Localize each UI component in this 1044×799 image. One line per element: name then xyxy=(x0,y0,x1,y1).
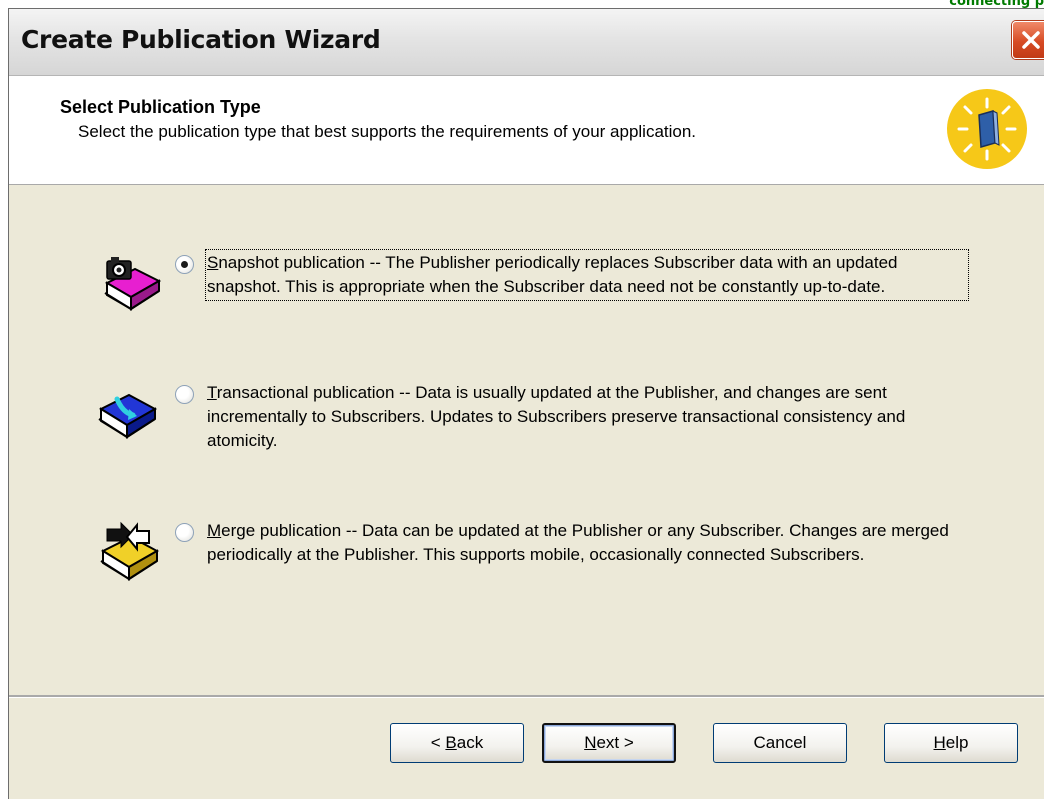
option-merge[interactable]: Merge publication -- Data can be updated… xyxy=(9,519,1009,609)
option-transactional[interactable]: Transactional publication -- Data is usu… xyxy=(9,381,1009,471)
merge-label[interactable]: Merge publication -- Data can be updated… xyxy=(207,519,967,567)
cancel-button[interactable]: Cancel xyxy=(713,723,847,763)
snapshot-mnemonic: S xyxy=(207,253,219,272)
snapshot-label[interactable]: Snapshot publication -- The Publisher pe… xyxy=(205,249,969,301)
option-snapshot[interactable]: Snapshot publication -- The Publisher pe… xyxy=(9,249,1009,341)
snapshot-label-text: napshot publication -- The Publisher per… xyxy=(207,253,898,296)
cancel-label: Cancel xyxy=(753,733,807,752)
merge-mnemonic: M xyxy=(207,521,222,540)
wizard-publication-icon xyxy=(947,89,1027,169)
button-separator xyxy=(9,695,1044,698)
window-title: Create Publication Wizard xyxy=(21,25,381,54)
help-button[interactable]: Help xyxy=(884,723,1018,763)
transactional-label[interactable]: Transactional publication -- Data is usu… xyxy=(207,381,967,453)
merge-book-icon xyxy=(100,521,160,581)
merge-label-text: erge publication -- Data can be updated … xyxy=(207,521,949,564)
wizard-header: Select Publication Type Select the publi… xyxy=(9,76,1044,185)
transactional-label-text: ransactional publication -- Data is usua… xyxy=(207,383,906,450)
next-button[interactable]: Next > xyxy=(542,723,676,763)
back-mnemonic: B xyxy=(445,733,457,752)
snapshot-book-icon xyxy=(104,257,162,311)
help-label: elp xyxy=(945,733,969,752)
back-button[interactable]: < Back xyxy=(390,723,524,763)
back-label: ack xyxy=(456,733,484,752)
close-button[interactable] xyxy=(1012,21,1044,59)
transactional-mnemonic: T xyxy=(207,383,217,402)
next-mnemonic: N xyxy=(584,733,597,752)
page-title: Select Publication Type xyxy=(60,97,261,117)
back-prefix: < xyxy=(430,733,446,752)
close-icon xyxy=(1022,31,1040,49)
wizard-window: Create Publication Wizard Select Publica… xyxy=(8,8,1044,799)
transactional-radio[interactable] xyxy=(175,385,194,404)
title-bar: Create Publication Wizard xyxy=(9,9,1044,76)
snapshot-radio[interactable] xyxy=(175,255,194,274)
wizard-body: Snapshot publication -- The Publisher pe… xyxy=(9,185,1044,695)
merge-radio[interactable] xyxy=(175,523,194,542)
next-label: ext > xyxy=(596,733,634,752)
help-mnemonic: H xyxy=(933,733,946,752)
page-subtitle: Select the publication type that best su… xyxy=(78,122,697,141)
transactional-book-icon xyxy=(98,393,158,439)
